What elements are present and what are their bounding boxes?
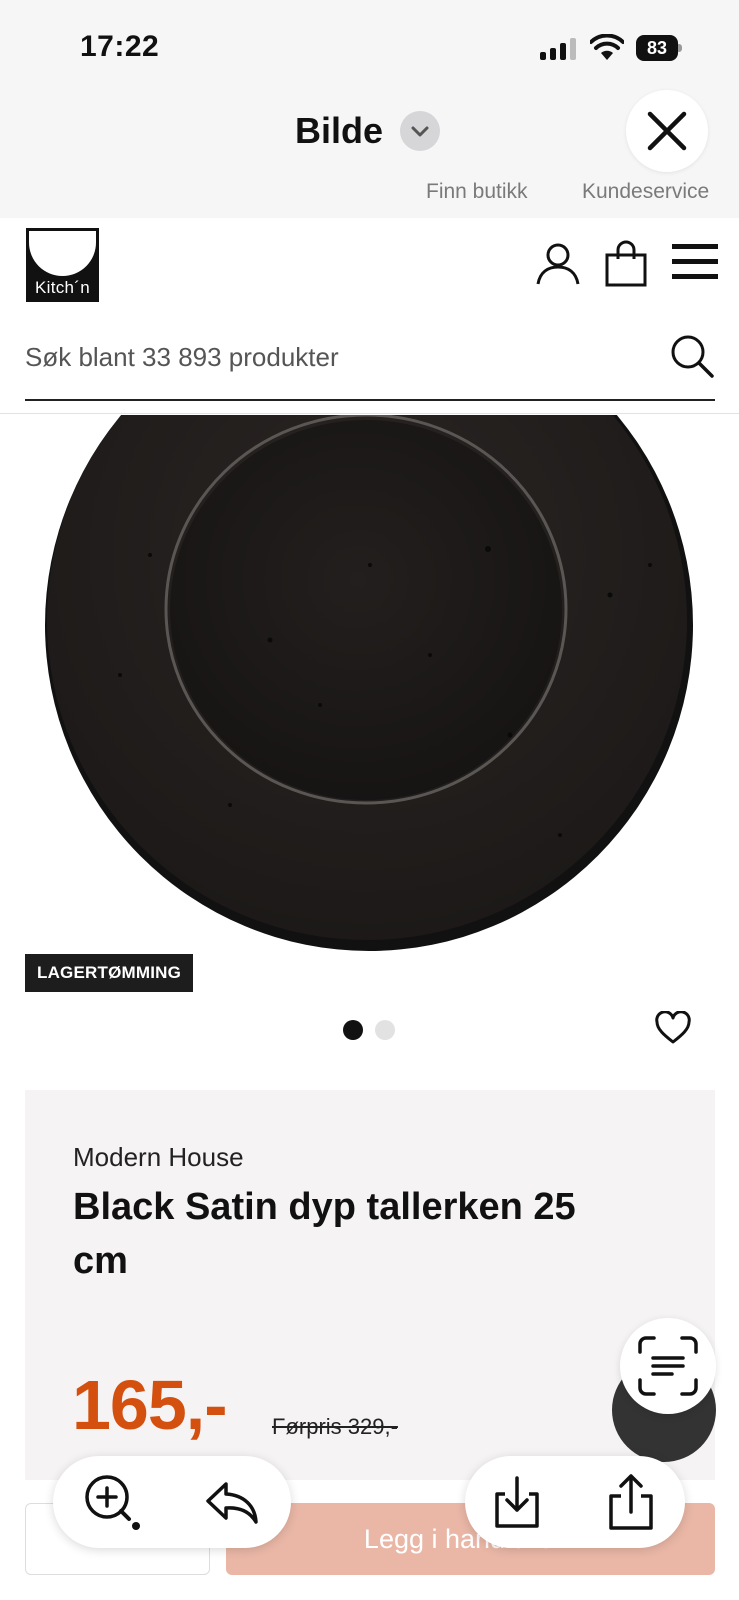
wifi-icon [590,34,624,60]
find-store-link[interactable]: Finn butikk [426,180,528,204]
logo-text: Kitch´n [34,278,90,297]
favorite-heart-icon[interactable] [654,1011,692,1045]
zoom-in-icon[interactable] [80,1470,144,1534]
cellular-signal-icon [540,38,578,60]
shopping-bag-icon[interactable] [604,240,648,288]
customer-service-link[interactable]: Kundeservice [582,180,709,204]
status-time: 17:22 [80,30,160,63]
photo-tools-left [53,1456,291,1548]
share-icon[interactable] [599,1470,663,1534]
battery-icon: 83 [636,35,682,61]
status-bar: 17:22 83 [0,0,739,90]
site-logo[interactable]: Kitch´n [26,228,99,302]
preview-title[interactable]: Bilde [295,110,383,152]
close-icon [647,111,687,151]
clearance-badge: LAGERTØMMING [25,954,194,992]
text-scan-icon [638,1336,698,1396]
carousel-dot-active[interactable] [343,1020,363,1040]
product-image[interactable] [0,415,739,995]
image-preview-header: Bilde Finn butikk Kundeservice [0,90,739,218]
photo-tools-right [465,1456,685,1548]
account-icon[interactable] [534,240,582,288]
save-download-icon[interactable] [485,1470,549,1534]
plate-image [45,415,693,951]
search-underline [25,399,715,401]
previous-price: Førpris 329,- [272,1414,398,1439]
product-brand[interactable]: Modern House [73,1142,244,1173]
search-icon[interactable] [668,332,716,380]
menu-icon[interactable] [672,242,718,282]
site-header: Kitch´n Søk blant 33 893 produkter [0,218,739,414]
live-text-scan-button[interactable] [620,1318,716,1414]
carousel-dot[interactable] [375,1020,395,1040]
battery-level: 83 [646,38,668,58]
search-input[interactable]: Søk blant 33 893 produkter [25,342,339,373]
close-button[interactable] [626,90,708,172]
product-price: 165,- [72,1366,228,1444]
product-title: Black Satin dyp tallerken 25 cm [73,1186,576,1282]
reply-icon[interactable] [200,1470,264,1534]
chevron-down-icon[interactable] [400,111,440,151]
